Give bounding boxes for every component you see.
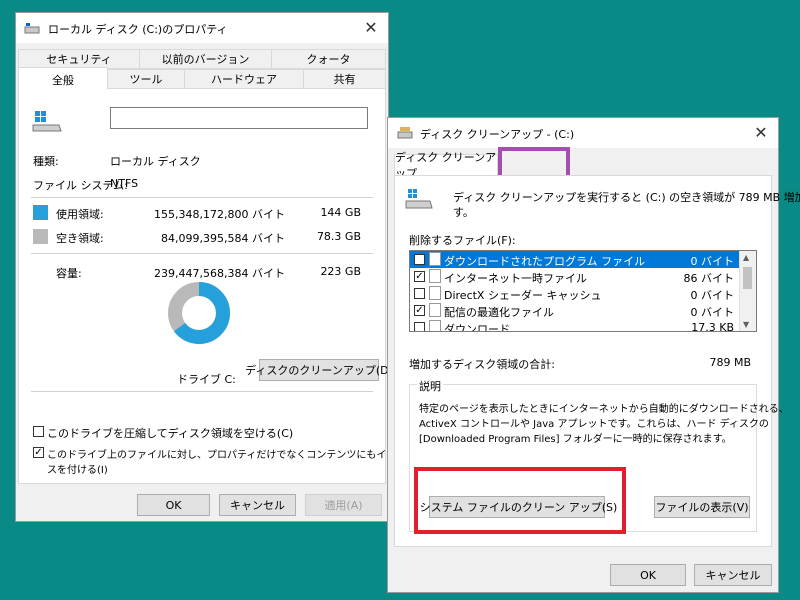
used-space-label: 使用領域: — [56, 208, 104, 221]
properties-apply-button[interactable]: 適用(A) — [305, 494, 382, 516]
cleanup-close-icon[interactable]: ✕ — [750, 123, 772, 143]
tab-hardware[interactable]: ハードウェア — [184, 69, 304, 89]
type-label: 種類: — [33, 155, 59, 168]
cleanup-ok-button[interactable]: OK — [610, 564, 686, 586]
cleanup-title: ディスク クリーンアップ - (C:) — [420, 128, 575, 141]
file-size: 0 バイト — [690, 255, 735, 268]
file-checkbox[interactable]: ✓ — [414, 305, 425, 316]
scroll-up-icon[interactable]: ▲ — [743, 253, 749, 262]
properties-titlebar: ローカル ディスク (C:)のプロパティ ✕ — [16, 13, 388, 43]
index-label-line1: このドライブ上のファイルに対し、プロパティだけでなくコンテンツにもインデック — [47, 450, 427, 461]
properties-window: ローカル ディスク (C:)のプロパティ ✕ セキュリティ 以前のバージョン ク… — [15, 12, 426, 522]
index-label-line2: スを付ける(I) — [47, 465, 108, 476]
cleanup-drive-icon — [405, 189, 433, 209]
cleanup-intro-line1: ディスク クリーンアップを実行すると (C:) の空き領域が 789 MB 増加… — [453, 191, 800, 204]
cleanup-intro-line2: す。 — [453, 206, 474, 219]
tab-disk-cleanup[interactable]: ディスク クリーンアップ — [394, 151, 498, 180]
scroll-down-icon[interactable]: ▼ — [743, 320, 749, 329]
view-files-button[interactable]: ファイルの表示(V) — [654, 496, 750, 518]
file-checkbox[interactable] — [414, 322, 425, 331]
cleanup-title-icon — [397, 127, 413, 139]
file-name: ダウンロード — [444, 323, 510, 332]
free-space-swatch — [33, 229, 48, 244]
properties-cancel-button[interactable]: キャンセル — [219, 494, 296, 516]
file-icon — [429, 269, 441, 283]
files-list-scrollbar[interactable]: ▲ ▼ — [739, 251, 756, 331]
file-list-item[interactable]: DirectX シェーダー キャッシュ 0 バイト — [410, 285, 740, 302]
file-icon — [429, 286, 441, 300]
description-line2: ActiveX コントロールや Java アプレットです。これらは、ハード ディ… — [419, 419, 769, 430]
tab-general[interactable]: 全般 — [18, 67, 108, 91]
total-space-value: 789 MB — [709, 356, 751, 369]
files-list[interactable]: ✓ ダウンロードされたプログラム ファイル 0 バイト ✓ インターネット一時ファイル 8… — [409, 250, 757, 332]
cleanup-cancel-button[interactable]: キャンセル — [694, 564, 772, 586]
compress-checkbox[interactable] — [33, 426, 44, 437]
usage-donut-chart — [168, 282, 230, 344]
used-space-gb: 144 GB — [320, 206, 361, 219]
file-list-item[interactable]: ダウンロード 17.3 KB — [410, 319, 740, 332]
tab-sharing[interactable]: 共有 — [303, 69, 386, 89]
file-icon — [429, 320, 441, 331]
file-checkbox[interactable]: ✓ — [414, 254, 425, 265]
file-list-item[interactable]: ✓ インターネット一時ファイル 86 バイト — [410, 268, 740, 285]
tab-previous-versions[interactable]: 以前のバージョン — [139, 49, 272, 69]
properties-title: ローカル ディスク (C:)のプロパティ — [48, 23, 228, 36]
index-checkbox[interactable]: ✓ — [33, 447, 44, 458]
drive-icon — [32, 111, 62, 132]
scroll-thumb[interactable] — [743, 267, 752, 289]
disk-cleanup-button[interactable]: ディスクのクリーンアップ(D) — [245, 359, 393, 381]
file-checkbox[interactable] — [414, 288, 425, 299]
free-space-gb: 78.3 GB — [316, 230, 361, 243]
total-space-label: 増加するディスク領域の合計: — [409, 358, 555, 371]
capacity-gb: 223 GB — [320, 265, 361, 278]
cleanup-titlebar: ディスク クリーンアップ - (C:) ✕ — [388, 118, 778, 148]
file-checkbox[interactable]: ✓ — [414, 271, 425, 282]
file-list-item[interactable]: ✓ ダウンロードされたプログラム ファイル 0 バイト — [410, 251, 740, 268]
files-list-rows: ✓ ダウンロードされたプログラム ファイル 0 バイト ✓ インターネット一時ファイル 8… — [410, 251, 740, 331]
tab-quota[interactable]: クォータ — [271, 49, 386, 69]
file-name: 配信の最適化ファイル — [444, 306, 554, 319]
file-size: 0 バイト — [690, 306, 735, 319]
annotation-red-box — [414, 467, 626, 534]
file-size: 86 バイト — [683, 272, 735, 285]
cleanup-window: ディスク クリーンアップ - (C:) ✕ ディスク クリーンアップ ディスク … — [387, 117, 800, 593]
file-icon — [429, 303, 441, 317]
file-icon — [429, 252, 441, 266]
file-name: インターネット一時ファイル — [444, 272, 587, 285]
properties-ok-button[interactable]: OK — [137, 494, 210, 516]
file-name: ダウンロードされたプログラム ファイル — [444, 255, 646, 268]
general-panel: 種類: ローカル ディスク ファイル システム: NTFS 使用領域: 155,… — [18, 89, 426, 484]
type-value: ローカル ディスク — [110, 155, 201, 168]
free-space-label: 空き領域: — [56, 232, 104, 245]
file-size: 0 バイト — [690, 289, 735, 302]
file-size: 17.3 KB — [691, 321, 734, 332]
drive-title-icon — [24, 23, 40, 34]
properties-close-icon[interactable]: ✕ — [360, 18, 382, 38]
description-line3: [Downloaded Program Files] フォルダーに一時的に保存さ… — [419, 434, 732, 445]
compress-label: このドライブを圧縮してディスク領域を空ける(C) — [47, 427, 294, 440]
drive-name-input[interactable] — [110, 107, 368, 129]
free-space-bytes: 84,099,395,584 バイト — [161, 232, 285, 245]
tab-security[interactable]: セキュリティ — [18, 49, 140, 69]
used-space-swatch — [33, 205, 48, 220]
used-space-bytes: 155,348,172,800 バイト — [154, 208, 285, 221]
capacity-bytes: 239,447,568,384 バイト — [154, 267, 285, 280]
file-name: DirectX シェーダー キャッシュ — [444, 289, 602, 302]
files-to-delete-label: 削除するファイル(F): — [409, 234, 516, 247]
filesystem-value: NTFS — [110, 177, 139, 190]
divider — [31, 391, 373, 392]
description-line1: 特定のページを表示したときにインターネットから自動的にダウンロードされる、 — [419, 404, 789, 415]
description-label: 説明 — [417, 378, 443, 394]
tab-tools[interactable]: ツール — [107, 69, 185, 89]
divider — [31, 197, 373, 198]
file-list-item[interactable]: ✓ 配信の最適化ファイル 0 バイト — [410, 302, 740, 319]
divider — [31, 253, 373, 254]
drive-label: ドライブ C: — [177, 373, 236, 386]
capacity-label: 容量: — [56, 267, 82, 280]
